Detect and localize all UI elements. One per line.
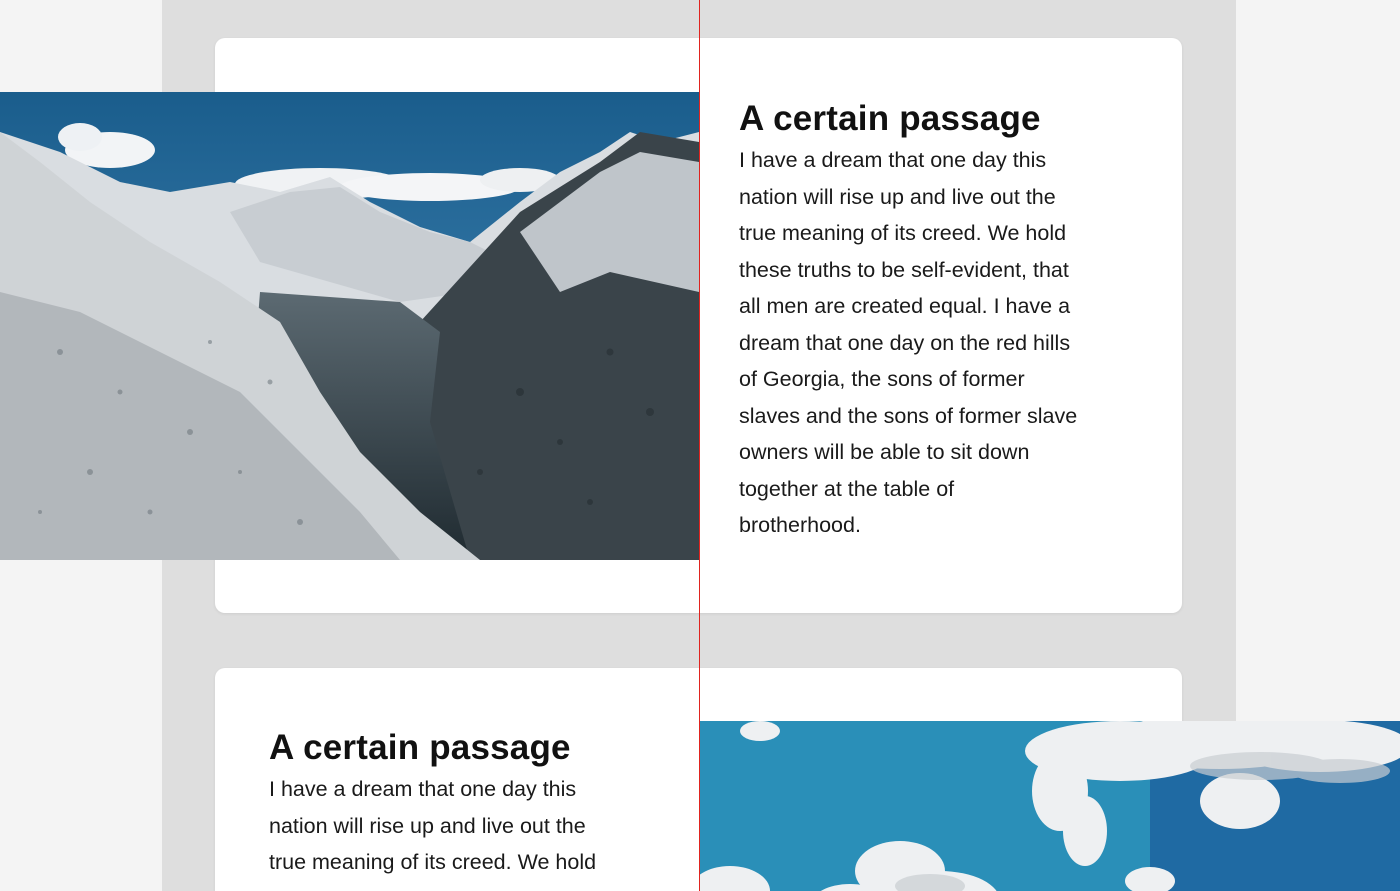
- center-guide-line: [699, 0, 700, 891]
- section-title: A certain passage: [739, 99, 1041, 138]
- mountain-landscape-image: [0, 92, 699, 560]
- page-viewport: A certain passage I have a dream that on…: [0, 0, 1400, 891]
- text-section-1: A certain passage I have a dream that on…: [739, 96, 1139, 544]
- section-title: A certain passage: [269, 728, 571, 767]
- section-body: I have a dream that one day this nation …: [269, 777, 597, 874]
- section-body: I have a dream that one day this nation …: [739, 148, 1078, 537]
- sky-clouds-image: [700, 721, 1400, 891]
- text-section-2: A certain passage I have a dream that on…: [269, 725, 669, 881]
